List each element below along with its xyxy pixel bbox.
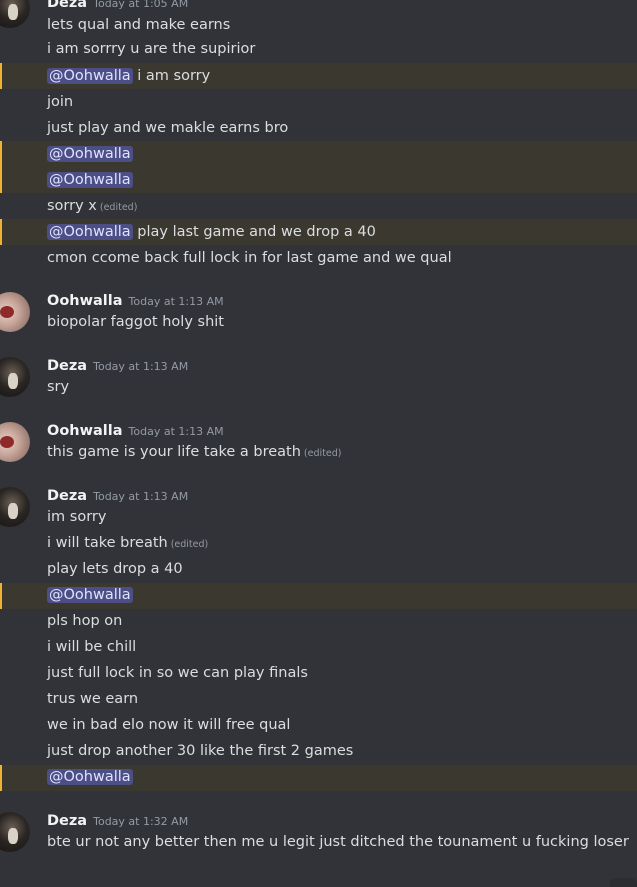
user-mention[interactable]: @Oohwalla — [47, 769, 133, 785]
message-row-mentioned: @Oohwalla — [0, 765, 637, 791]
timestamp: Today at 1:13 AM — [128, 295, 224, 308]
jump-to-present-tab[interactable] — [610, 878, 637, 887]
message-row-mentioned: @Oohwalla play last game and we drop a 4… — [0, 219, 637, 245]
timestamp: Today at 1:13 AM — [93, 490, 189, 503]
message-text: cmon ccome back full lock in for last ga… — [47, 250, 452, 266]
message-header: Oohwalla Today at 1:13 AM — [47, 422, 224, 441]
message-text: we in bad elo now it will free qual — [47, 717, 291, 733]
message-header: Deza Today at 1:32 AM — [47, 812, 188, 831]
message-row-mentioned: @Oohwalla — [0, 141, 637, 167]
message-row: i will be chill — [0, 635, 637, 661]
message-text: biopolar faggot holy shit — [47, 314, 224, 330]
message-row: just drop another 30 like the first 2 ga… — [0, 739, 637, 765]
message-row-mentioned: @Oohwalla — [0, 167, 637, 193]
message-row: i am sorrry u are the supirior — [0, 38, 637, 64]
author-name[interactable]: Deza — [47, 488, 87, 504]
timestamp: Today at 1:05 AM — [93, 0, 189, 10]
message-row-mentioned: @Oohwalla i am sorry — [0, 63, 637, 89]
timestamp: Today at 1:32 AM — [93, 815, 189, 828]
message-row: i will take breath (edited) — [0, 531, 637, 557]
author-name[interactable]: Oohwalla — [47, 423, 123, 439]
timestamp: Today at 1:13 AM — [128, 425, 224, 438]
author-name[interactable]: Deza — [47, 358, 87, 374]
message-row: sry — [0, 376, 637, 400]
message-text: this game is your life take a breath — [47, 444, 301, 460]
message-row: pls hop on — [0, 609, 637, 635]
message-text: play lets drop a 40 — [47, 561, 183, 577]
message-row: just play and we makle earns bro — [0, 115, 637, 141]
edited-tag: (edited) — [99, 202, 138, 213]
message-text: i will take breath — [47, 535, 168, 551]
message-text: i am sorry — [132, 68, 211, 84]
edited-tag: (edited) — [303, 448, 342, 459]
message-row: im sorry — [0, 506, 637, 530]
message-text: pls hop on — [47, 613, 123, 629]
message-text: bte ur not any better then me u legit ju… — [47, 834, 629, 850]
message-header: Deza Today at 1:13 AM — [47, 487, 188, 506]
message-text: just full lock in so we can play finals — [47, 665, 308, 681]
message-text: trus we earn — [47, 691, 139, 707]
message-row-mentioned: @Oohwalla — [0, 583, 637, 609]
message-row: just full lock in so we can play finals — [0, 661, 637, 687]
message-header: Deza Today at 1:13 AM — [47, 357, 188, 376]
message-row: this game is your life take a breath (edi… — [0, 441, 637, 465]
author-name[interactable]: Deza — [47, 0, 87, 11]
message-row: trus we earn — [0, 687, 637, 713]
author-name[interactable]: Deza — [47, 813, 87, 829]
edited-tag: (edited) — [170, 539, 209, 550]
message-row: play lets drop a 40 — [0, 557, 637, 583]
author-name[interactable]: Oohwalla — [47, 293, 123, 309]
message-list: Deza Today at 1:05 AM lets qual and make … — [0, 0, 637, 887]
message-text: i am sorrry u are the supirior — [47, 41, 256, 57]
user-mention[interactable]: @Oohwalla — [47, 224, 133, 240]
message-text: sorry x — [47, 198, 97, 214]
user-mention[interactable]: @Oohwalla — [47, 68, 133, 84]
user-mention[interactable]: @Oohwalla — [47, 587, 133, 603]
timestamp: Today at 1:13 AM — [93, 360, 189, 373]
message-row: we in bad elo now it will free qual — [0, 713, 637, 739]
user-mention[interactable]: @Oohwalla — [47, 172, 133, 188]
message-row: biopolar faggot holy shit — [0, 311, 637, 335]
message-text: just play and we makle earns bro — [47, 120, 289, 136]
message-text: play last game and we drop a 40 — [132, 224, 376, 240]
message-text: im sorry — [47, 509, 107, 525]
message-row: cmon ccome back full lock in for last ga… — [0, 245, 637, 271]
message-text: sry — [47, 379, 70, 395]
message-row: sorry x (edited) — [0, 193, 637, 219]
message-row: join — [0, 89, 637, 115]
message-row: bte ur not any better then me u legit ju… — [0, 831, 637, 855]
message-text: i will be chill — [47, 639, 137, 655]
message-header: Oohwalla Today at 1:13 AM — [47, 292, 224, 311]
message-text: lets qual and make earns — [47, 17, 231, 33]
message-text: join — [47, 94, 74, 110]
message-text: just drop another 30 like the first 2 ga… — [47, 743, 354, 759]
message-row: lets qual and make earns — [0, 12, 637, 38]
user-mention[interactable]: @Oohwalla — [47, 146, 133, 162]
